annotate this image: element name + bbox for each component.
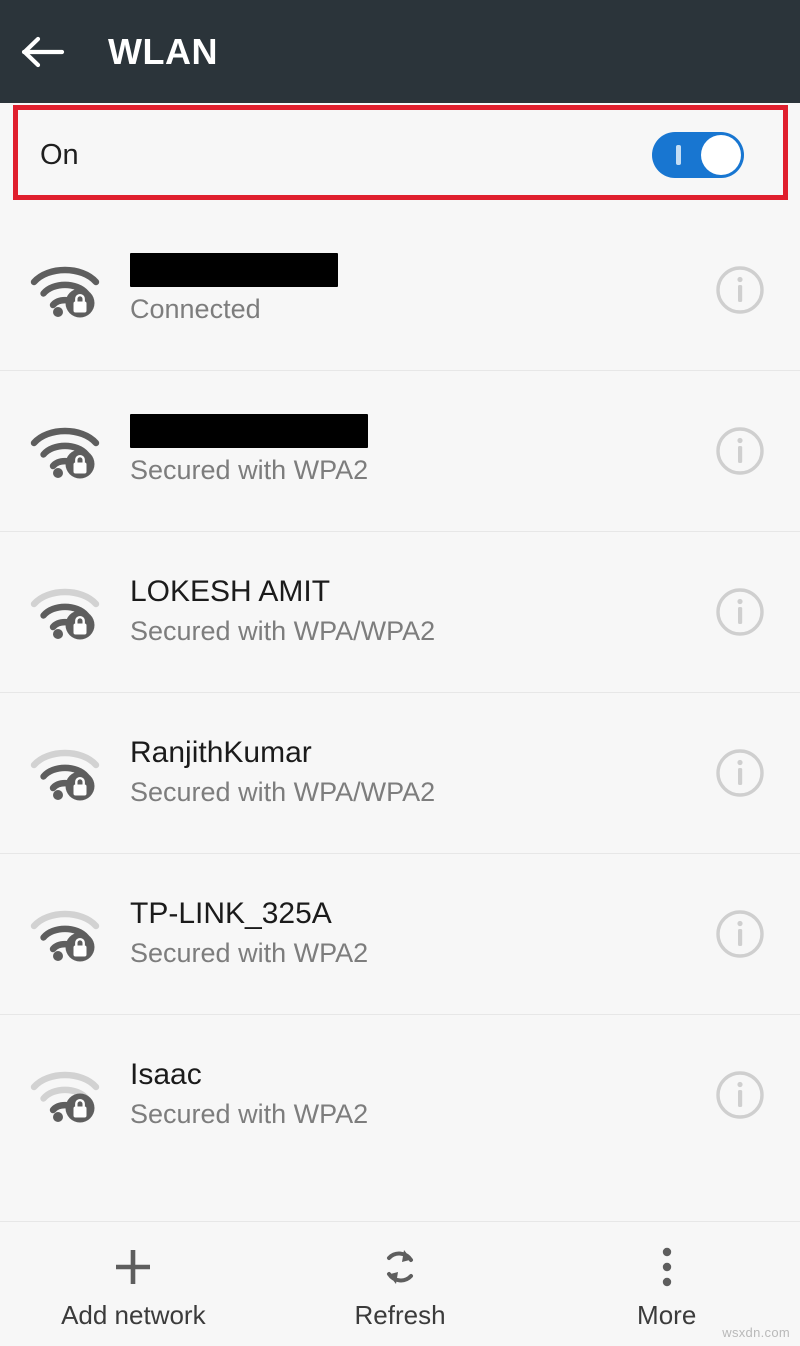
network-info: Isaac Secured with WPA2 [130, 1058, 680, 1131]
info-circle-icon [714, 425, 766, 477]
network-status: Secured with WPA/WPA2 [130, 776, 436, 807]
info-circle-icon [714, 586, 766, 638]
network-status: Secured with WPA/WPA2 [130, 615, 436, 646]
network-info-button[interactable] [680, 425, 800, 477]
table-row[interactable]: TP-LINK_325A Secured with WPA2 [0, 854, 800, 1015]
info-circle-icon [714, 747, 766, 799]
table-row[interactable]: Connected [0, 210, 800, 371]
network-info: RanjithKumar Secured with WPA/WPA2 [130, 736, 680, 809]
network-info-button[interactable] [680, 747, 800, 799]
wifi-lock-icon [0, 581, 130, 643]
toggle-on-marker-icon [676, 145, 681, 165]
wifi-lock-icon [0, 1064, 130, 1126]
watermark: wsxdn.com [722, 1325, 790, 1340]
toggle-knob [701, 135, 741, 175]
network-ssid: LOKESH AMIT [130, 575, 331, 609]
plus-icon [110, 1242, 156, 1292]
table-row[interactable]: RanjithKumar Secured with WPA/WPA2 [0, 693, 800, 854]
wifi-lock-icon [0, 742, 130, 804]
arrow-left-icon [20, 33, 66, 71]
wifi-toggle-switch[interactable] [652, 132, 744, 178]
network-ssid: RanjithKumar [130, 736, 312, 770]
network-status: Connected [130, 294, 261, 325]
back-button[interactable] [0, 0, 86, 103]
list-bottom-spacer [0, 1173, 800, 1222]
network-info: Secured with WPA2 [130, 414, 680, 488]
wifi-lock-icon [0, 259, 130, 321]
refresh-label: Refresh [354, 1300, 446, 1330]
wifi-lock-icon [0, 903, 130, 965]
info-circle-icon [714, 1069, 766, 1121]
add-network-button[interactable]: Add network [0, 1222, 267, 1328]
network-info-button[interactable] [680, 1069, 800, 1121]
wifi-toggle-label: On [40, 138, 79, 171]
more-label: More [637, 1300, 697, 1330]
refresh-button[interactable]: Refresh [267, 1222, 534, 1328]
network-info-button[interactable] [680, 264, 800, 316]
info-circle-icon [714, 264, 766, 316]
table-row[interactable]: Isaac Secured with WPA2 [0, 1015, 800, 1176]
add-network-label: Add network [61, 1300, 206, 1330]
page-title: WLAN [108, 30, 218, 72]
network-ssid: TP-LINK_325A [130, 897, 332, 931]
network-ssid-redacted [130, 414, 368, 449]
network-ssid-redacted [130, 253, 338, 288]
wlan-settings-screen: WLAN On Connected Secured with WPA2 LOKE… [0, 0, 800, 1346]
table-row[interactable]: Secured with WPA2 [0, 371, 800, 532]
overflow-menu-icon [659, 1242, 675, 1292]
network-list: Connected Secured with WPA2 LOKESH AMIT … [0, 210, 800, 1176]
app-bar: WLAN [0, 0, 800, 103]
more-button[interactable]: More [533, 1222, 800, 1328]
wifi-toggle-row[interactable]: On [0, 103, 800, 207]
refresh-icon [377, 1242, 423, 1292]
info-circle-icon [714, 908, 766, 960]
network-status: Secured with WPA2 [130, 455, 369, 486]
network-status: Secured with WPA2 [130, 1098, 369, 1129]
bottom-toolbar: Add network Refresh More [0, 1222, 800, 1346]
network-status: Secured with WPA2 [130, 937, 369, 968]
network-info: LOKESH AMIT Secured with WPA/WPA2 [130, 575, 680, 648]
network-info-button[interactable] [680, 586, 800, 638]
wifi-lock-icon [0, 420, 130, 482]
network-info: TP-LINK_325A Secured with WPA2 [130, 897, 680, 970]
network-info-button[interactable] [680, 908, 800, 960]
network-info: Connected [130, 253, 680, 327]
table-row[interactable]: LOKESH AMIT Secured with WPA/WPA2 [0, 532, 800, 693]
network-ssid: Isaac [130, 1058, 202, 1092]
